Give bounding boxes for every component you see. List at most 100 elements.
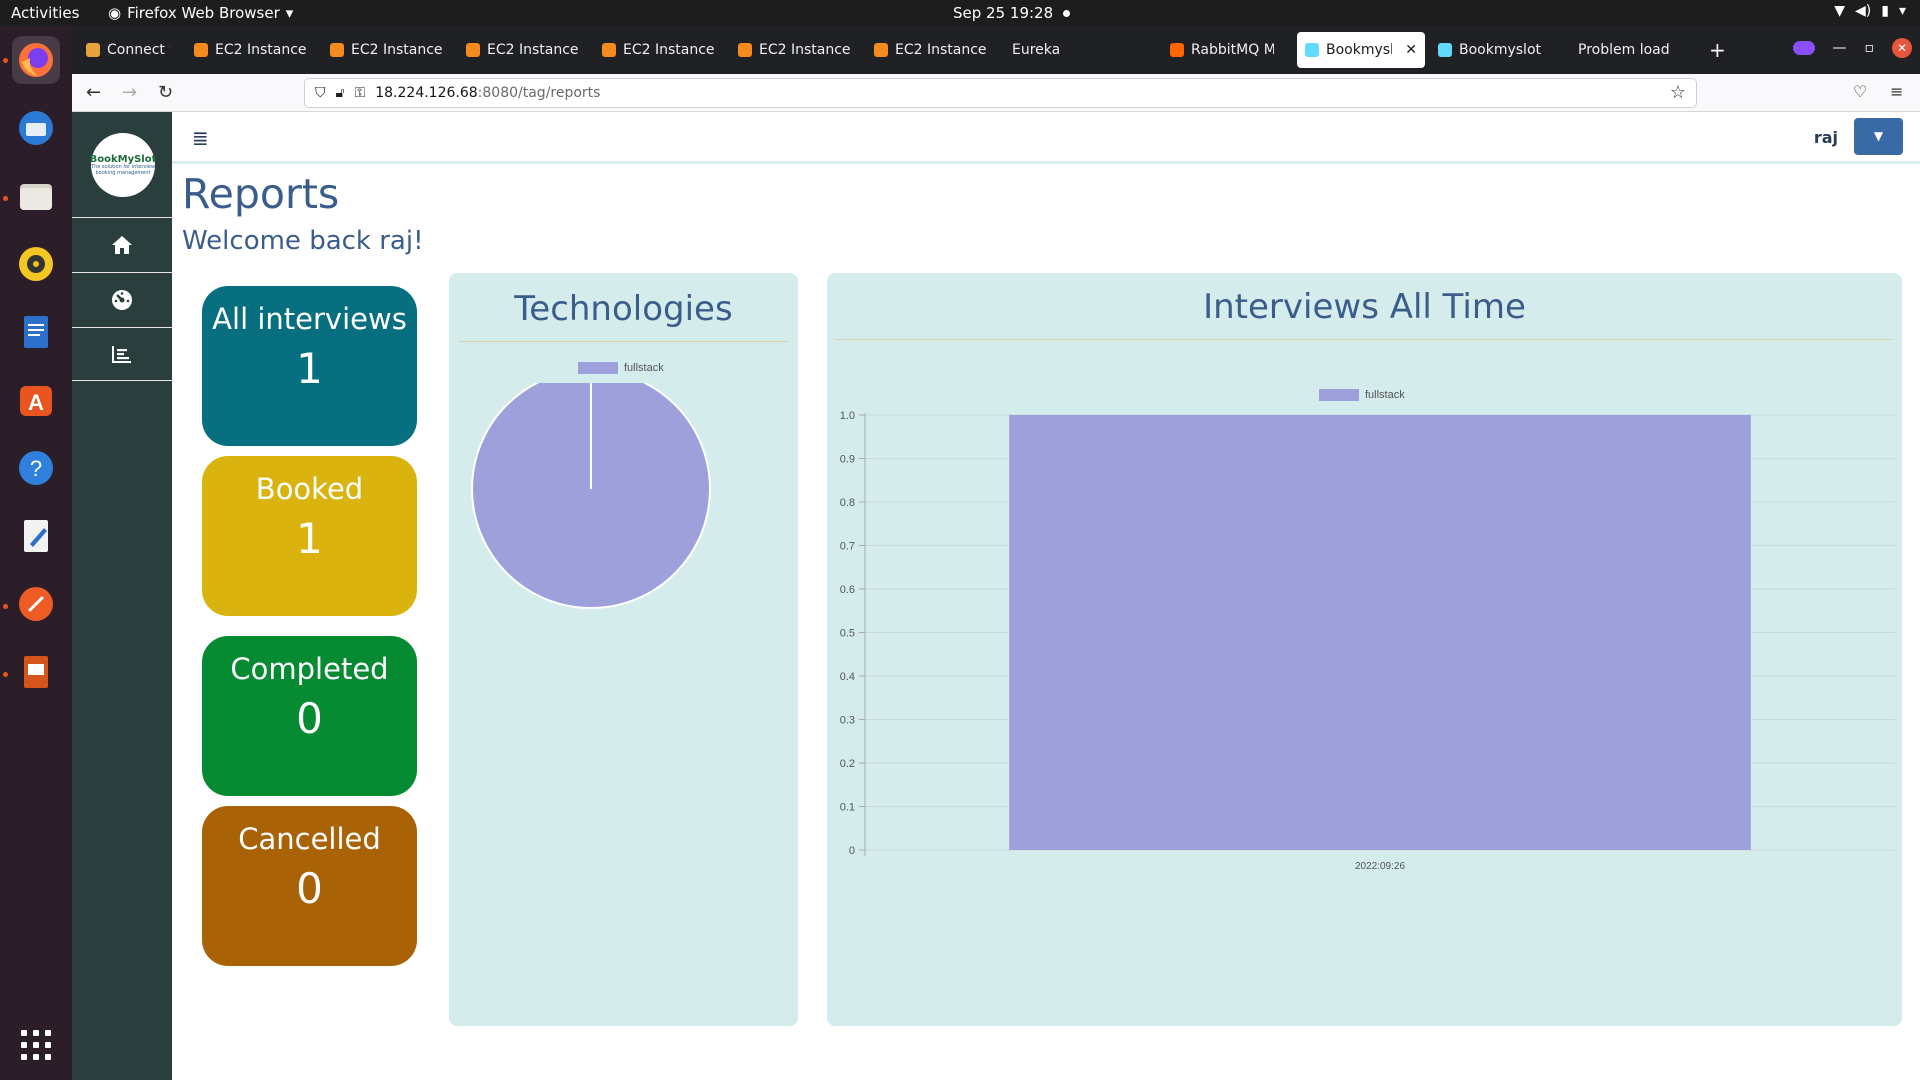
welcome-message: Welcome back raj! <box>182 226 424 256</box>
y-tick-label: 0.7 <box>840 541 855 553</box>
new-tab-button[interactable]: + <box>1709 38 1726 62</box>
thunderbird-icon[interactable] <box>12 104 60 152</box>
shield-icon[interactable]: ⛉ <box>315 85 326 101</box>
help-icon[interactable]: ? <box>12 444 60 492</box>
legend-label: fullstack <box>624 362 664 374</box>
stat-label: All interviews <box>212 302 407 336</box>
maximize-button[interactable]: ▫ <box>1865 40 1875 56</box>
tab-close-icon[interactable]: ✕ <box>1405 42 1417 58</box>
notification-dot-icon <box>1063 9 1071 17</box>
browser-tab[interactable]: EC2 Instance <box>730 32 858 68</box>
stat-value: 1 <box>296 514 323 563</box>
browser-tab[interactable]: EC2 Instance <box>322 32 450 68</box>
back-button[interactable]: ← <box>86 82 101 103</box>
y-tick-label: 0 <box>849 845 855 857</box>
y-tick-label: 0.2 <box>840 758 855 770</box>
legend-swatch <box>578 362 618 374</box>
browser-tab[interactable]: Bookmyslot ✕ <box>1297 32 1425 68</box>
url-bar[interactable]: ⛉ 🔓︎ ⚿ 18.224.126.68 :8080/tag/reports ☆ <box>304 78 1697 108</box>
tab-favicon-icon <box>1305 43 1319 57</box>
pie-legend[interactable]: fullstack <box>578 362 664 374</box>
sidebar-item-dashboard[interactable] <box>72 272 172 326</box>
stat-card-completed: Completed 0 <box>202 636 417 796</box>
user-dropdown-button[interactable]: ▼ <box>1854 118 1903 155</box>
clock-label: Sep 25 19:28 <box>953 4 1054 22</box>
tab-favicon-icon <box>874 43 888 57</box>
browser-tab[interactable]: Bookmyslot <box>1430 32 1554 68</box>
stat-card-booked: Booked 1 <box>202 456 417 616</box>
tab-favicon-icon <box>86 43 100 57</box>
app-menu[interactable]: ◉ Firefox Web Browser ▾ <box>108 4 293 22</box>
browser-tab[interactable]: EC2 Instance <box>866 32 994 68</box>
tab-label: Bookmyslot <box>1326 42 1393 58</box>
interviews-panel: Interviews All Time fullstack 0 0.1 0.2 0.3… <box>827 273 1902 1026</box>
minimize-button[interactable]: — <box>1833 40 1847 56</box>
tab-favicon-icon <box>1438 43 1452 57</box>
bookmark-star-icon[interactable]: ☆ <box>1670 82 1686 103</box>
home-icon <box>112 235 132 254</box>
clock[interactable]: Sep 25 19:28 <box>953 4 1071 22</box>
technologies-pie-chart <box>471 383 711 609</box>
tab-label: RabbitMQ Ma <box>1191 42 1274 58</box>
text-editor-icon[interactable] <box>12 512 60 560</box>
url-path: :8080/tag/reports <box>477 85 601 101</box>
browser-tab[interactable]: EC2 Instance <box>186 32 314 68</box>
postman-icon[interactable] <box>12 580 60 628</box>
browser-tab[interactable]: Connect to ins <box>78 32 178 68</box>
browser-tab[interactable]: RabbitMQ Ma <box>1162 32 1282 68</box>
key-icon[interactable]: ⚿ <box>355 85 366 101</box>
rhythmbox-icon[interactable] <box>12 240 60 288</box>
y-tick-label: 0.3 <box>840 715 855 727</box>
browser-tab[interactable]: Problem load <box>1570 32 1695 68</box>
activities-button[interactable]: Activities <box>11 4 79 22</box>
x-tick-label: 2022:09:26 <box>1355 861 1405 872</box>
svg-text:?: ? <box>30 456 42 481</box>
y-tick-label: 0.5 <box>840 628 855 640</box>
tab-favicon-icon <box>738 43 752 57</box>
close-window-button[interactable]: ✕ <box>1892 38 1912 58</box>
hamburger-menu-icon[interactable]: ≣ <box>192 126 209 150</box>
battery-icon: ▮ <box>1881 3 1889 19</box>
insecure-lock-icon[interactable]: 🔓︎ <box>336 85 345 101</box>
show-applications-icon[interactable] <box>21 1030 51 1060</box>
stat-label: Cancelled <box>238 822 381 856</box>
reload-button[interactable]: ↻ <box>158 82 173 103</box>
y-tick-label: 0.8 <box>840 497 855 509</box>
dock: A ? <box>0 26 72 1080</box>
tab-label: EC2 Instance <box>487 42 578 58</box>
y-tick-label: 0.9 <box>840 454 855 466</box>
libreoffice-writer-icon[interactable] <box>12 308 60 356</box>
browser-tab-strip: Connect to ins EC2 Instance EC2 Instance EC… <box>72 26 1920 74</box>
system-tray[interactable]: ▼ ◀) ▮ ▾ <box>1834 3 1906 19</box>
stat-label: Completed <box>230 652 389 686</box>
browser-tab[interactable]: Eureka <box>1004 32 1074 68</box>
private-mask-icon[interactable] <box>1792 41 1815 55</box>
tab-favicon-icon <box>194 43 208 57</box>
app-logo[interactable]: BookMySlot The solution for interview boo… <box>90 133 156 197</box>
firefox-icon[interactable] <box>12 36 60 84</box>
bar[interactable] <box>1009 415 1751 850</box>
files-icon[interactable] <box>12 172 60 220</box>
url-host: 18.224.126.68 <box>375 85 478 101</box>
user-name: raj <box>1813 128 1838 147</box>
forward-button[interactable]: → <box>122 82 137 103</box>
sidebar-item-reports[interactable] <box>72 327 172 381</box>
page-title: Reports <box>182 170 340 218</box>
app-sidebar: BookMySlot The solution for interview boo… <box>72 112 172 1080</box>
browser-tab[interactable]: EC2 Instance <box>458 32 586 68</box>
software-center-icon[interactable]: A <box>12 376 60 424</box>
interviews-bar-chart: 0 0.1 0.2 0.3 0.4 0.5 0.6 0.7 0.8 0.9 1.0 2022:09:2… <box>840 410 1895 872</box>
browser-nav-bar: ← → ↻ ⛉ 🔓︎ ⚿ 18.224.126.68 :8080/tag/rep… <box>72 74 1920 112</box>
tab-label: EC2 Instance <box>351 42 442 58</box>
y-tick-label: 1.0 <box>840 410 855 422</box>
sidebar-item-home[interactable] <box>72 217 172 271</box>
tab-label: EC2 Instance <box>895 42 986 58</box>
pocket-icon[interactable]: ♡ <box>1853 82 1867 101</box>
menu-icon[interactable]: ≡ <box>1890 82 1903 101</box>
app-header: ≣ raj ▼ <box>172 112 1920 164</box>
libreoffice-impress-icon[interactable] <box>12 648 60 696</box>
tab-label: Eureka <box>1012 42 1061 58</box>
browser-tab[interactable]: EC2 Instance <box>594 32 722 68</box>
stat-value: 0 <box>296 694 323 743</box>
chevron-down-icon: ▾ <box>1898 3 1906 19</box>
